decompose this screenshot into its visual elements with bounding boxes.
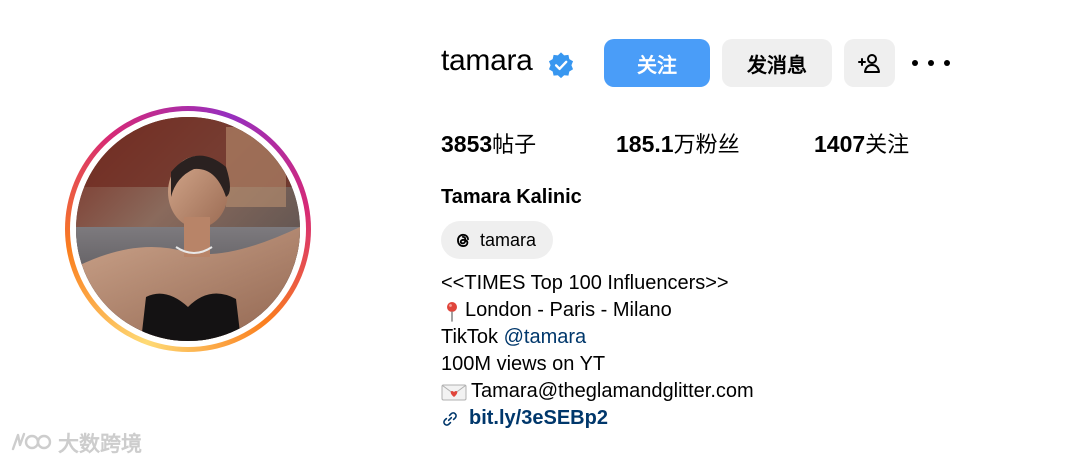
add-user-button[interactable]	[844, 39, 895, 87]
following-count: 1407	[814, 131, 866, 157]
avatar-photo-image	[76, 117, 300, 341]
more-dot	[912, 60, 918, 66]
stat-following[interactable]: 1407关注	[814, 127, 909, 159]
following-unit: 关注	[865, 133, 910, 158]
followers-unit: 万粉丝	[673, 133, 740, 158]
bio-line: Tamara@theglamandglitter.com	[441, 378, 754, 405]
profile-username: tamara	[441, 44, 533, 77]
bio-headline: <<TIMES Top 100 Influencers>>	[441, 272, 729, 294]
tiktok-mention-link[interactable]: @tamara	[504, 324, 587, 351]
bio-line: bit.ly/3eSEBp2	[441, 405, 754, 432]
bio-tiktok-label: TikTok	[441, 326, 504, 348]
avatar-frame	[70, 111, 306, 347]
round-pushpin-icon	[447, 301, 457, 322]
bio-email[interactable]: Tamara@theglamandglitter.com	[471, 378, 754, 405]
verified-badge-icon	[548, 52, 574, 79]
message-button[interactable]: 发消息	[722, 39, 832, 87]
bio-line: TikTok @tamara	[441, 324, 754, 351]
more-dot	[928, 60, 934, 66]
more-dot	[944, 60, 950, 66]
posts-unit: 帖子	[492, 133, 537, 158]
love-letter-icon	[441, 384, 467, 400]
followers-count: 185.1	[616, 131, 674, 157]
link-icon	[443, 411, 457, 426]
stat-posts[interactable]: 3853帖子	[441, 127, 536, 159]
bio-line: London - Paris - Milano	[441, 297, 754, 324]
watermark: 大数跨境	[10, 428, 142, 458]
avatar-story-ring[interactable]	[65, 106, 311, 352]
profile-page: tamara 关注 发消息 3853帖子 185.1万粉丝 1407关注 Tam…	[0, 0, 1080, 462]
more-options-icon[interactable]	[912, 50, 950, 76]
threads-icon	[457, 233, 469, 247]
watermark-logo-icon	[11, 432, 52, 451]
profile-full-name: Tamara Kalinic	[441, 186, 582, 208]
threads-handle: tamara	[480, 229, 537, 250]
stat-followers[interactable]: 185.1万粉丝	[616, 127, 740, 159]
threads-badge[interactable]: tamara	[441, 221, 553, 259]
profile-bio: <<TIMES Top 100 Influencers>> London - P…	[441, 270, 754, 432]
bio-youtube-views: 100M views on YT	[441, 353, 606, 375]
bio-line: <<TIMES Top 100 Influencers>>	[441, 270, 754, 297]
avatar	[76, 117, 300, 341]
bio-locations: London - Paris - Milano	[465, 299, 672, 321]
bio-website-link[interactable]: bit.ly/3eSEBp2	[469, 405, 608, 432]
bio-line: 100M views on YT	[441, 351, 754, 378]
add-user-icon	[857, 54, 880, 73]
watermark-text: 大数跨境	[58, 432, 142, 456]
posts-count: 3853	[441, 131, 493, 157]
follow-button[interactable]: 关注	[604, 39, 710, 87]
